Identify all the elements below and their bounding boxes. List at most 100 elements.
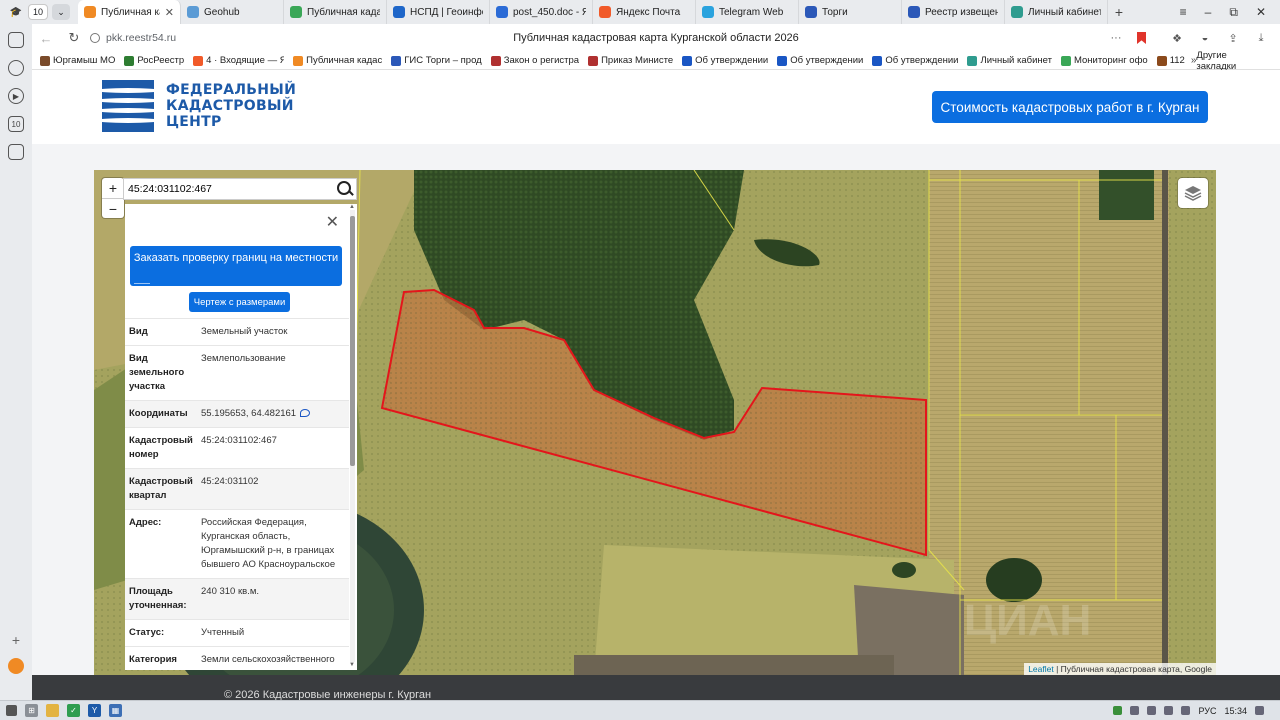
- leaflet-link[interactable]: Leaflet: [1028, 664, 1054, 674]
- bookmark-item[interactable]: РосРеестр: [124, 55, 184, 66]
- tab-1[interactable]: Geohub: [181, 0, 284, 24]
- downloads-icon[interactable]: ⤓: [1254, 31, 1268, 45]
- share-icon[interactable]: ⇪: [1226, 31, 1240, 45]
- other-bookmarks-button[interactable]: Другие закладки: [1196, 50, 1266, 72]
- map-attribution: Leaflet | Публичная кадастровая карта, G…: [1024, 663, 1216, 675]
- bookmark-label: РосРеестр: [137, 55, 185, 66]
- zoom-in-button[interactable]: +: [102, 178, 124, 198]
- tab-label: Яндекс Почта: [616, 6, 681, 18]
- tray-icon-2[interactable]: [1130, 706, 1140, 715]
- tray-icon-3[interactable]: [1147, 706, 1157, 715]
- tab-0[interactable]: Публичная кадастровая ✕: [78, 0, 181, 24]
- cadastral-search: [123, 178, 357, 200]
- url-field[interactable]: pkk.reestr54.ru: [90, 32, 290, 44]
- menu-icon[interactable]: ≡: [1180, 5, 1187, 20]
- tab-3[interactable]: НСПД | Геоинформ: [387, 0, 490, 24]
- attribute-row: Кадастровый квартал 45:24:031102: [125, 468, 349, 509]
- site-logo[interactable]: ФЕДЕРАЛЬНЫЙ КАДАСТРОВЫЙ ЦЕНТР: [102, 80, 296, 132]
- vpn-icon[interactable]: ◒: [1198, 31, 1212, 45]
- close-window-icon[interactable]: ✕: [1256, 5, 1266, 20]
- site-info-icon[interactable]: [90, 33, 100, 43]
- ten-icon[interactable]: 10: [8, 116, 24, 132]
- tab-4[interactable]: post_450.doc - Ян: [490, 0, 593, 24]
- order-boundary-check-button[interactable]: Заказать проверку границ на местности: [130, 246, 342, 286]
- attribute-key: Адрес:: [129, 517, 162, 528]
- reload-icon[interactable]: ↻: [60, 30, 88, 46]
- back-icon[interactable]: ←: [32, 31, 60, 46]
- folder-icon[interactable]: [46, 704, 59, 717]
- parcel-info-panel: ✕ Заказать проверку границ на местности …: [125, 204, 357, 670]
- mail-icon: [599, 6, 611, 18]
- bookmark-favicon-icon: [967, 55, 978, 66]
- layers-button[interactable]: [1178, 178, 1208, 208]
- bookmark-item[interactable]: Юргамыш МО: [40, 55, 115, 66]
- bookmark-item[interactable]: Об утверждении: [682, 55, 768, 66]
- graduation-cap-icon[interactable]: 🎓: [8, 4, 24, 20]
- chevron-down-icon[interactable]: ⌄: [52, 4, 70, 20]
- collections-icon[interactable]: [8, 32, 24, 48]
- screenshot-icon[interactable]: [8, 144, 24, 160]
- route-icon[interactable]: [300, 409, 311, 418]
- bookmark-item[interactable]: Личный кабинет: [967, 55, 1052, 66]
- tab-8[interactable]: Реестр извещений: [902, 0, 1005, 24]
- bookmark-item[interactable]: Закон о регистра: [490, 55, 579, 66]
- play-icon[interactable]: ▶: [8, 88, 24, 104]
- tab-7[interactable]: Торги: [799, 0, 902, 24]
- tab-6[interactable]: Telegram Web: [696, 0, 799, 24]
- panel-scrollbar[interactable]: ▲ ▼: [349, 204, 355, 668]
- tab-label: Личный кабинет: [1028, 6, 1101, 18]
- minimize-icon[interactable]: –: [1205, 5, 1212, 20]
- history-icon[interactable]: [8, 60, 24, 76]
- attribute-key: Вид: [129, 326, 148, 337]
- cabinet-icon: [1011, 6, 1023, 18]
- drawing-dimensions-button[interactable]: Чертеж с размерами: [189, 292, 290, 312]
- cadastral-search-input[interactable]: [124, 183, 334, 195]
- bookmark-item[interactable]: Об утверждении: [872, 55, 958, 66]
- bookmark-item[interactable]: ГИС Торги – прод: [391, 55, 482, 66]
- alice-icon[interactable]: [8, 658, 24, 674]
- taskview-icon[interactable]: ⊞: [25, 704, 38, 717]
- bookmarks-list: Юргамыш МО РосРеестр 4 · Входящие — Я Публи…: [40, 55, 1185, 66]
- tray-icon-5[interactable]: [1181, 706, 1191, 715]
- clock[interactable]: 15:34: [1224, 706, 1247, 716]
- input-language[interactable]: РУС: [1198, 706, 1216, 716]
- bookmark-icon[interactable]: [1137, 32, 1146, 44]
- start-icon[interactable]: [6, 705, 17, 716]
- bookmark-item[interactable]: Приказ Министе: [588, 55, 673, 66]
- new-tab-button[interactable]: +: [1108, 4, 1130, 20]
- close-icon[interactable]: ✕: [326, 212, 339, 232]
- bookmark-item[interactable]: Публичная кадас: [293, 55, 382, 66]
- site-footer: © 2026 Кадастровые инженеры г. Курган: [32, 675, 1280, 700]
- tab-2[interactable]: Публичная кадастровая: [284, 0, 387, 24]
- svg-text:ЦИАН: ЦИАН: [964, 596, 1091, 645]
- restore-icon[interactable]: ⧉: [1229, 5, 1238, 20]
- tab-5[interactable]: Яндекс Почта: [593, 0, 696, 24]
- shield-app-icon[interactable]: ✓: [67, 704, 80, 717]
- tab-label: Публичная кадастровая: [101, 6, 160, 18]
- tab-close-icon[interactable]: ✕: [165, 6, 174, 19]
- bookmark-item[interactable]: Мониторинг офо: [1060, 55, 1148, 66]
- attribute-value: 55.195653, 64.482161: [201, 408, 297, 419]
- scrollbar-thumb[interactable]: [350, 216, 355, 466]
- extension-icon[interactable]: ❖: [1170, 31, 1184, 45]
- address-bar: ← ↻ pkk.reestr54.ru Публичная кадастрова…: [32, 24, 1280, 52]
- zoom-out-button[interactable]: −: [102, 198, 124, 218]
- tab-counter[interactable]: 10: [28, 4, 48, 20]
- search-icon[interactable]: [334, 179, 356, 199]
- tray-icon-4[interactable]: [1164, 706, 1174, 715]
- notifications-icon[interactable]: [1255, 706, 1264, 715]
- cadastral-map[interactable]: ЦИАН + − Leaflet | Публичная кадастровая…: [94, 170, 1216, 675]
- tray-icon-1[interactable]: [1113, 706, 1123, 715]
- more-options-icon[interactable]: ···: [1109, 31, 1123, 45]
- bookmark-favicon-icon: [293, 55, 304, 66]
- add-panel-icon[interactable]: +: [12, 632, 20, 648]
- document-app-icon[interactable]: ▦: [109, 704, 122, 717]
- tab-9[interactable]: Личный кабинет: [1005, 0, 1108, 24]
- bookmark-item[interactable]: Об утверждении: [777, 55, 863, 66]
- cadastral-cost-button[interactable]: Стоимость кадастровых работ в г. Курган: [932, 91, 1208, 123]
- attribute-row: Вид Земельный участок: [125, 318, 349, 345]
- bookmark-item[interactable]: 112: [1156, 55, 1185, 66]
- yandex-browser-icon[interactable]: Y: [88, 704, 101, 717]
- bookmark-item[interactable]: 4 · Входящие — Я: [193, 55, 284, 66]
- bookmark-label: Об утверждении: [885, 55, 959, 66]
